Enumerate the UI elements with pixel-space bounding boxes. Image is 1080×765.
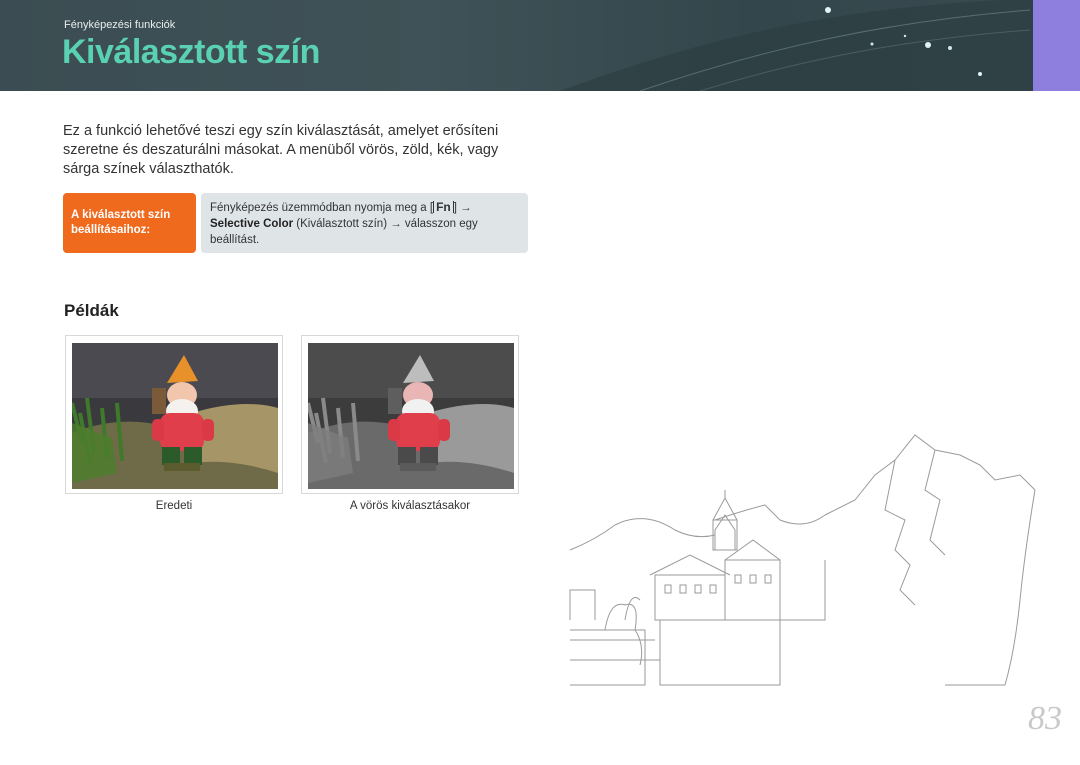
intro-paragraph: Ez a funkció lehetővé teszi egy szín kiv… <box>63 123 499 177</box>
header-accent-block <box>1033 0 1080 91</box>
howto-label: A kiválasztott szín beállításaihoz: <box>63 193 196 253</box>
page-number: 83 <box>1028 700 1062 737</box>
step-arrow: ] → <box>453 202 472 214</box>
village-sketch-illustration <box>569 434 1036 686</box>
photo-original <box>65 335 283 494</box>
photo-caption-selective-red: A vörös kiválasztásakor <box>349 500 471 512</box>
page-header: Fényképezési funkciók Kiválasztott szín <box>0 0 1080 91</box>
step-prefix: Fényképezés üzemmódban nyomja meg a [ <box>210 202 434 214</box>
howto-instructions: Fényképezés üzemmódban nyomja meg a [Fn]… <box>201 193 528 253</box>
menu-item-name: Selective Color <box>210 218 294 230</box>
photo-selective-red <box>301 335 519 494</box>
howto-box: A kiválasztott szín beállításaihoz: Fény… <box>63 193 528 253</box>
section-label: Fényképezési funkciók <box>64 19 176 31</box>
gnome-photo-selective-red-icon <box>308 343 514 489</box>
examples-heading: Példák <box>64 301 119 320</box>
gnome-photo-color-icon <box>72 343 278 489</box>
page-title: Kiválasztott szín <box>62 33 320 71</box>
fn-key-icon: Fn <box>433 201 454 213</box>
photo-caption-original: Eredeti <box>155 500 193 512</box>
